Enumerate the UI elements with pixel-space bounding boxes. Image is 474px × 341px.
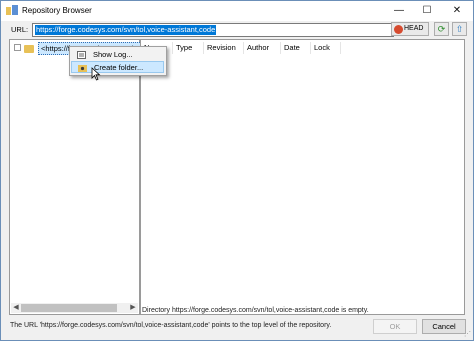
ok-button[interactable]: OK — [373, 319, 417, 334]
window-title: Repository Browser — [22, 6, 92, 15]
mouse-pointer-icon — [91, 67, 101, 81]
tree-expander-icon[interactable] — [14, 44, 21, 51]
menu-item-label: Show Log... — [93, 50, 133, 59]
up-arrow-icon: ⇧ — [455, 24, 464, 34]
folder-icon — [24, 45, 34, 53]
refresh-button[interactable]: ⟳ — [434, 22, 449, 36]
column-header-type[interactable]: Type — [173, 42, 204, 54]
column-header-revision[interactable]: Revision — [204, 42, 244, 54]
minimize-button[interactable]: — — [387, 1, 411, 21]
maximize-button[interactable]: ☐ — [415, 1, 439, 21]
new-folder-icon — [78, 65, 87, 72]
tree-horizontal-scrollbar[interactable]: ◀ ▶ — [11, 303, 138, 313]
log-icon — [77, 51, 86, 59]
close-button[interactable]: ✕ — [445, 1, 469, 21]
directory-status: Directory https://forge.codesys.com/svn/… — [142, 307, 369, 314]
url-input-value: https://forge.codesys.com/svn/tol,voice-… — [35, 25, 217, 35]
head-revision-label: HEAD — [404, 25, 424, 32]
head-revision-button[interactable]: HEAD — [391, 22, 429, 36]
repository-app-icon — [6, 5, 18, 15]
repository-tree[interactable]: <https://forge.codesys.com/svn/tol,voice… — [9, 39, 142, 315]
url-input[interactable]: https://forge.codesys.com/svn/tol,voice-… — [32, 23, 394, 37]
resize-grip-icon[interactable]: ⋰ — [464, 331, 472, 339]
scroll-right-icon[interactable]: ▶ — [128, 303, 138, 313]
refresh-icon: ⟳ — [437, 24, 446, 34]
menu-item-show-log[interactable]: Show Log... — [71, 49, 164, 61]
title-bar[interactable]: Repository Browser — ☐ ✕ — [1, 1, 473, 21]
context-menu: Show Log... Create folder... — [69, 46, 167, 76]
file-list[interactable]: Na Type Revision Author Date Lock — [140, 39, 465, 315]
scroll-thumb[interactable] — [21, 304, 117, 312]
revision-icon — [394, 25, 403, 34]
url-label: URL: — [11, 25, 29, 34]
menu-item-create-folder[interactable]: Create folder... — [71, 61, 164, 73]
up-button[interactable]: ⇧ — [452, 22, 467, 36]
menu-item-label: Create folder... — [94, 63, 144, 72]
repository-browser-window: Repository Browser — ☐ ✕ URL: https://fo… — [0, 0, 474, 341]
url-info-text: The URL 'https://forge.codesys.com/svn/t… — [10, 322, 332, 329]
column-header-author[interactable]: Author — [244, 42, 281, 54]
cancel-button[interactable]: Cancel — [422, 319, 466, 334]
scroll-left-icon[interactable]: ◀ — [11, 303, 21, 313]
column-header-date[interactable]: Date — [281, 42, 311, 54]
column-header-lock[interactable]: Lock — [311, 42, 341, 54]
